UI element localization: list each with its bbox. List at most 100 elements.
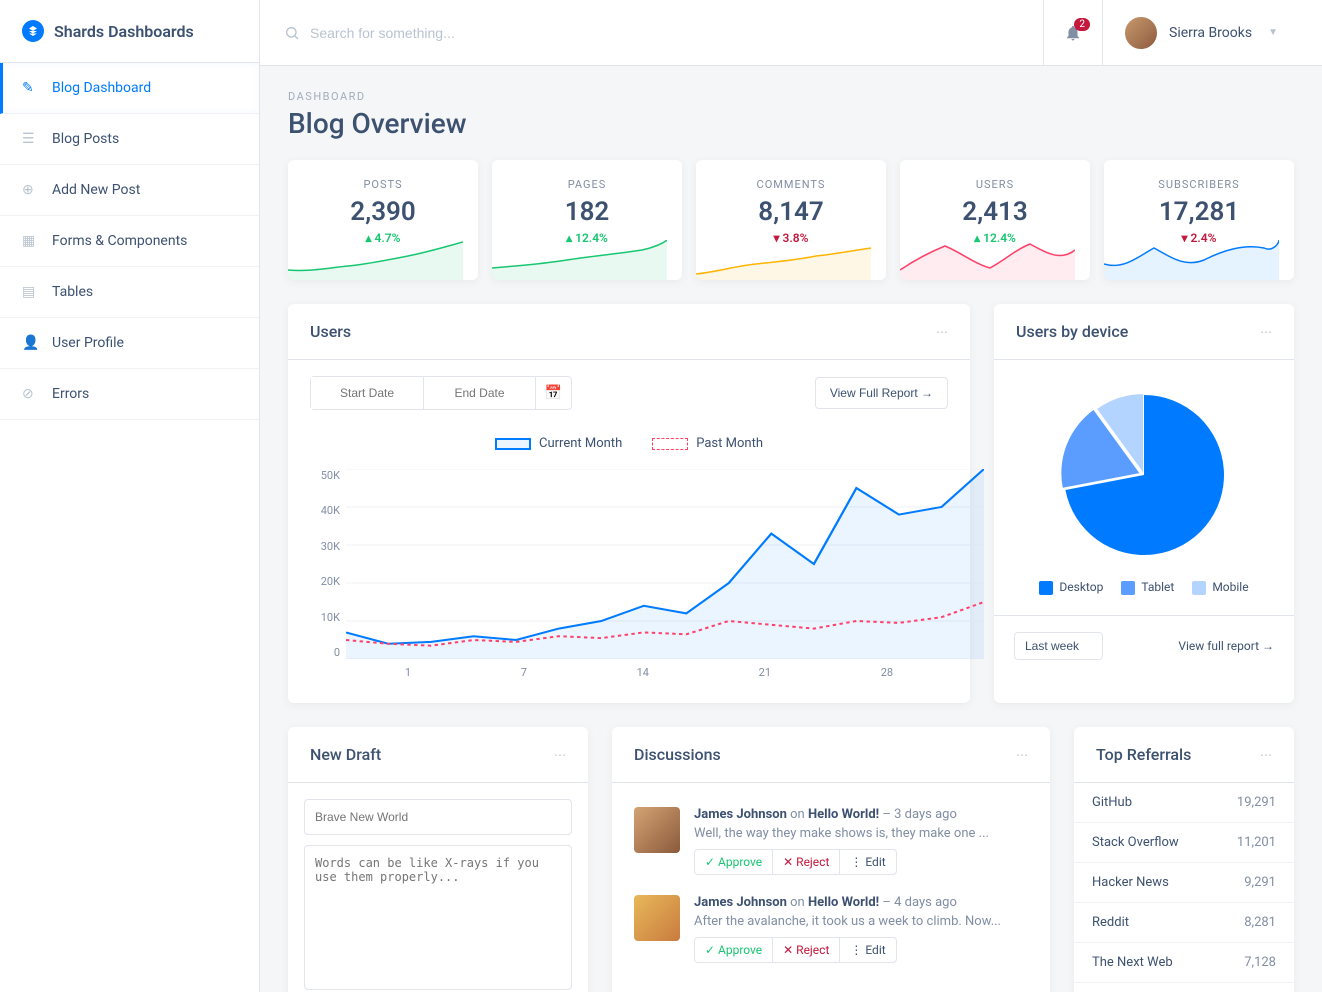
referral-name: The Next Web (1092, 955, 1173, 970)
sparkline-icon (288, 240, 463, 280)
draft-card: New Draft ⋯ (288, 727, 588, 992)
sidebar-item-label: Add New Post (52, 182, 140, 198)
sidebar-item-label: Blog Dashboard (52, 80, 151, 96)
notifications-button[interactable]: 2 (1043, 0, 1102, 66)
sidebar-item-add-post[interactable]: ⊕ Add New Post (0, 165, 259, 216)
users-chart: 50K40K30K20K10K0 17142128 (310, 469, 948, 679)
more-icon[interactable]: ⋯ (936, 325, 948, 339)
avatar (634, 807, 680, 853)
users-card: Users ⋯ 📅 View Full Report → Curre (288, 304, 970, 703)
referral-row[interactable]: Hacker News 9,291 (1074, 863, 1294, 903)
sidebar-item-blog-posts[interactable]: ☰ Blog Posts (0, 114, 259, 165)
stat-users[interactable]: USERS 2,413 ▴ 12.4% (900, 160, 1090, 280)
brand-title: Shards Dashboards (54, 22, 194, 41)
approve-button[interactable]: ✓ Approve (694, 849, 773, 875)
card-title: Top Referrals (1096, 745, 1191, 764)
stat-value: 2,390 (288, 197, 478, 227)
edit-button[interactable]: ⋮ Edit (839, 937, 896, 963)
sidebar-item-label: User Profile (52, 335, 124, 351)
edit-button[interactable]: ⋮ Edit (839, 849, 896, 875)
error-icon: ⊘ (22, 386, 38, 402)
table-icon: ▤ (22, 284, 38, 300)
reject-button[interactable]: ✕ Reject (773, 849, 839, 875)
list-icon: ☰ (22, 131, 38, 147)
avatar (1123, 15, 1159, 51)
brand[interactable]: Shards Dashboards (0, 0, 259, 63)
more-icon[interactable]: ⋯ (1260, 748, 1272, 762)
search-icon (284, 25, 300, 41)
card-title: Users (310, 322, 351, 341)
calendar-icon[interactable]: 📅 (535, 377, 571, 409)
discussion-text: After the avalanche, it took us a week t… (694, 914, 1028, 929)
more-icon[interactable]: ⋯ (1016, 748, 1028, 762)
notification-badge: 2 (1074, 18, 1090, 31)
stat-value: 17,281 (1104, 197, 1294, 227)
more-icon[interactable]: ⋯ (554, 748, 566, 762)
discussion-meta: James Johnson on Hello World! – 4 days a… (694, 895, 1028, 910)
draft-title-input[interactable] (304, 799, 572, 835)
start-date-input[interactable] (311, 377, 423, 409)
avatar (634, 895, 680, 941)
referral-row[interactable]: Tech Crunch6,218 (1074, 983, 1294, 992)
legend-swatch (1121, 581, 1135, 595)
card-title: New Draft (310, 745, 381, 764)
stat-pages[interactable]: PAGES 182 ▴ 12.4% (492, 160, 682, 280)
referral-row[interactable]: GitHub19,291 (1074, 783, 1294, 823)
pie-legend: DesktopTabletMobile (994, 570, 1294, 615)
stat-label: USERS (900, 178, 1090, 191)
sidebar-item-tables[interactable]: ▤ Tables (0, 267, 259, 318)
card-title: Users by device (1016, 322, 1128, 341)
profile-name: Sierra Brooks (1169, 25, 1252, 41)
sidebar-item-label: Blog Posts (52, 131, 119, 147)
stat-label: PAGES (492, 178, 682, 191)
discussion-meta: James Johnson on Hello World! – 3 days a… (694, 807, 1028, 822)
referral-value: 19,291 (1237, 795, 1276, 810)
end-date-input[interactable] (423, 377, 535, 409)
sidebar-item-errors[interactable]: ⊘Errors (0, 369, 259, 420)
referral-name: Reddit (1092, 915, 1129, 930)
sidebar-item-forms[interactable]: ▦Forms & Components (0, 216, 259, 267)
content: DASHBOARD Blog Overview POSTS 2,390 ▴ 4.… (260, 66, 1322, 992)
date-range: 📅 (310, 376, 572, 410)
discussion-item: James Johnson on Hello World! – 3 days a… (634, 797, 1028, 885)
referral-name: Stack Overflow (1092, 835, 1179, 850)
plus-icon: ⊕ (22, 182, 38, 198)
stat-value: 8,147 (696, 197, 886, 227)
stat-comments[interactable]: COMMENTS 8,147 ▾ 3.8% (696, 160, 886, 280)
sparkline-icon (696, 240, 871, 280)
draft-body-input[interactable] (304, 845, 572, 990)
sidebar-item-profile[interactable]: 👤User Profile (0, 318, 259, 369)
sparkline-icon (900, 240, 1075, 280)
referral-row[interactable]: Reddit8,281 (1074, 903, 1294, 943)
search-input[interactable] (310, 25, 710, 41)
stat-posts[interactable]: POSTS 2,390 ▴ 4.7% (288, 160, 478, 280)
sidebar: Shards Dashboards ✎ Blog Dashboard ☰ Blog … (0, 0, 260, 992)
edit-icon: ✎ (22, 80, 38, 96)
referral-value: 7,128 (1244, 955, 1276, 970)
sparkline-icon (492, 240, 667, 280)
chevron-down-icon: ▼ (1268, 27, 1278, 38)
referral-value: 11,201 (1237, 835, 1276, 850)
card-title: Discussions (634, 745, 721, 764)
range-select[interactable]: Last week (1014, 632, 1103, 660)
referral-name: Hacker News (1092, 875, 1169, 890)
reject-button[interactable]: ✕ Reject (773, 937, 839, 963)
sidebar-item-label: Forms & Components (52, 233, 187, 249)
legend-swatch-current (495, 438, 531, 450)
referral-row[interactable]: Stack Overflow 11,201 (1074, 823, 1294, 863)
approve-button[interactable]: ✓ Approve (694, 937, 773, 963)
stat-value: 2,413 (900, 197, 1090, 227)
view-full-report-link[interactable]: View full report → (1178, 639, 1274, 653)
sparkline-icon (1104, 240, 1279, 280)
stat-subscribers[interactable]: SUBSCRIBERS 17,281 ▾ 2.4% (1104, 160, 1294, 280)
sidebar-item-label: Tables (52, 284, 93, 300)
profile-dropdown[interactable]: Sierra Brooks ▼ (1102, 0, 1298, 66)
legend-swatch (1039, 581, 1053, 595)
view-full-report-button[interactable]: View Full Report → (815, 377, 948, 409)
referral-row[interactable]: The Next Web 7,128 (1074, 943, 1294, 983)
sidebar-item-blog-dashboard[interactable]: ✎ Blog Dashboard (0, 63, 259, 114)
discussions-card: Discussions ⋯ James Johnson on Hello Wor… (612, 727, 1050, 992)
more-icon[interactable]: ⋯ (1260, 325, 1272, 339)
pie-chart (1059, 390, 1229, 560)
referral-value: 9,291 (1244, 875, 1276, 890)
